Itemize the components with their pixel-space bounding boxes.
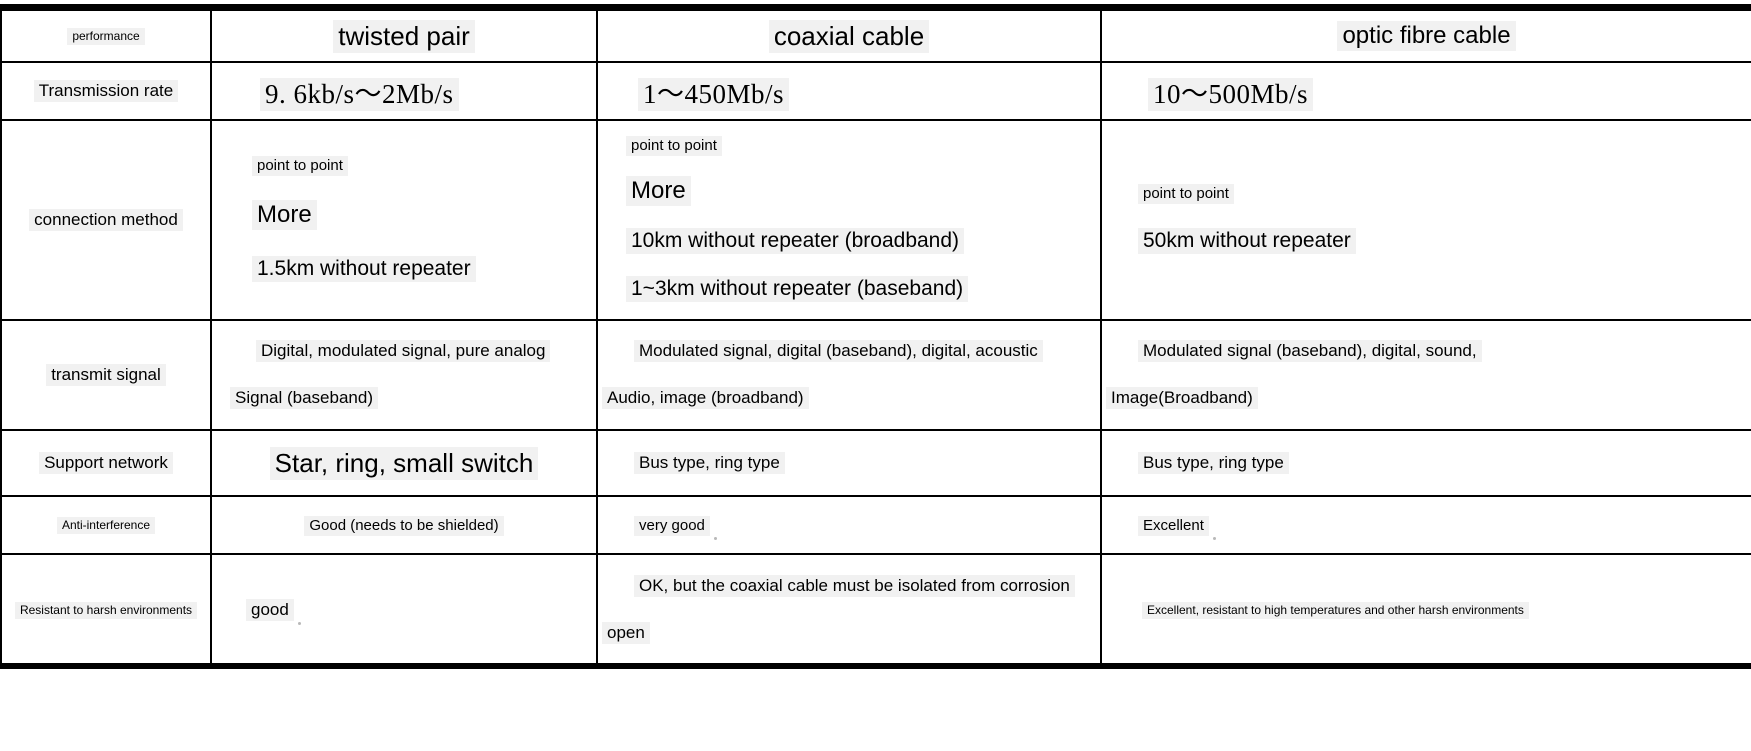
scan-speck [298,621,302,625]
cell-transmit-signal-coaxial-cable: Modulated signal, digital (baseband), di… [596,319,1102,431]
cell-anti-interference-optic-fibre-cable: Excellent [1100,495,1751,555]
cell-harsh-environments-twisted-pair: good [210,553,598,667]
header-label-optic-fibre-cable: optic fibre cable [1337,21,1516,52]
table-row: Resistant to harsh environments good OK,… [0,553,1751,667]
cell-harsh-environments-optic-fibre-cable: Excellent, resistant to high temperature… [1100,553,1751,667]
table-row: connection method point to point More 1.… [0,119,1751,321]
header-label-performance: performance [67,28,145,45]
scan-speck [1213,536,1217,540]
cell-support-network-twisted-pair: Star, ring, small switch [210,429,598,497]
cell-harsh-environments-coaxial-cable: OK, but the coaxial cable must be isolat… [596,553,1102,667]
row-label-connection-method: connection method [0,119,212,321]
cell-support-network-coaxial-cable: Bus type, ring type [596,429,1102,497]
header-cell-optic-fibre-cable: optic fibre cable [1100,9,1751,63]
cell-connection-method-twisted-pair: point to point More 1.5km without repeat… [210,119,598,321]
table-bottom-rule [0,663,1751,669]
row-label-support-network: Support network [0,429,212,497]
cell-transmission-rate-twisted-pair: 9. 6kb/s～2Mb/s [210,61,598,121]
table-row: Transmission rate 9. 6kb/s～2Mb/s 1～450Mb… [0,61,1751,121]
table-row: Anti-interference Good (needs to be shie… [0,495,1751,555]
cell-transmit-signal-optic-fibre-cable: Modulated signal (baseband), digital, so… [1100,319,1751,431]
cell-transmit-signal-twisted-pair: Digital, modulated signal, pure analog S… [210,319,598,431]
transmission-media-comparison-table: performance twisted pair coaxial cable o… [0,9,1751,667]
cell-anti-interference-twisted-pair: Good (needs to be shielded) [210,495,598,555]
header-cell-twisted-pair: twisted pair [210,9,598,63]
header-label-twisted-pair: twisted pair [333,19,475,53]
cell-connection-method-optic-fibre-cable: point to point 50km without repeater [1100,119,1751,321]
cell-support-network-optic-fibre-cable: Bus type, ring type [1100,429,1751,497]
row-label-transmission-rate: Transmission rate [0,61,212,121]
table-row: transmit signal Digital, modulated signa… [0,319,1751,431]
header-cell-performance: performance [0,9,212,63]
row-label-anti-interference: Anti-interference [0,495,212,555]
cell-anti-interference-coaxial-cable: very good [596,495,1102,555]
cell-transmission-rate-coaxial-cable: 1～450Mb/s [596,61,1102,121]
row-label-resistant-to-harsh-environments: Resistant to harsh environments [0,553,212,667]
cell-transmission-rate-optic-fibre-cable: 10～500Mb/s [1100,61,1751,121]
scan-speck [714,536,718,540]
comparison-table-sheet: performance twisted pair coaxial cable o… [0,0,1751,751]
row-label-transmit-signal: transmit signal [0,319,212,431]
table-header-row: performance twisted pair coaxial cable o… [0,9,1751,63]
cell-connection-method-coaxial-cable: point to point More 10km without repeate… [596,119,1102,321]
table-row: Support network Star, ring, small switch… [0,429,1751,497]
header-cell-coaxial-cable: coaxial cable [596,9,1102,63]
header-label-coaxial-cable: coaxial cable [768,19,930,53]
